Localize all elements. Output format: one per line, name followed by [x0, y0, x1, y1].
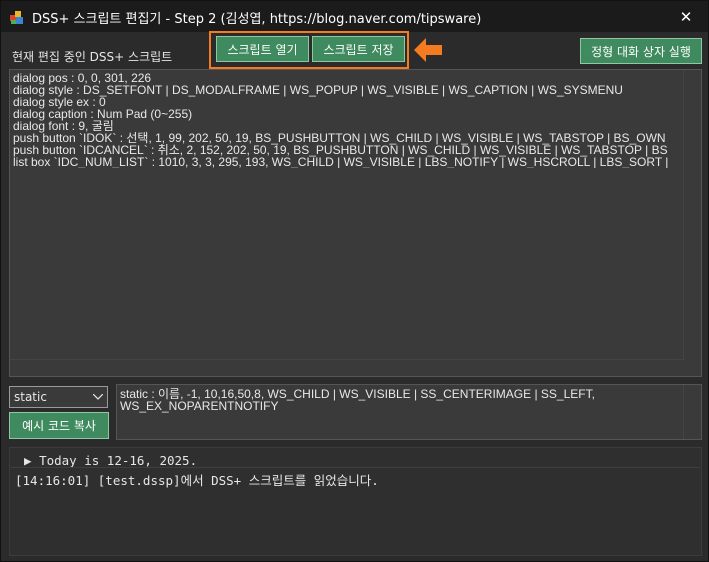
save-script-button[interactable]: 스크립트 저장: [312, 36, 405, 62]
script-text: dialog pos : 0, 0, 301, 226 dialog style …: [13, 72, 684, 168]
editing-script-label: 현재 편집 중인 DSS+ 스크립트: [12, 50, 173, 64]
close-button[interactable]: ✕: [664, 1, 708, 32]
run-dialog-button[interactable]: 정형 대화 상자 실행: [580, 38, 702, 64]
horizontal-scrollbar[interactable]: [10, 359, 684, 376]
window-title: DSS+ 스크립트 편집기 - Step 2 (김성엽, https://blo…: [32, 12, 482, 27]
today-text: Today is 12-16, 2025.: [39, 453, 198, 468]
app-icon: [10, 11, 23, 24]
example-code-text: static : 이름, -1, 10,16,50,8, WS_CHILD | …: [120, 387, 595, 413]
vertical-scrollbar[interactable]: [683, 70, 701, 376]
copy-example-button[interactable]: 예시 코드 복사: [9, 412, 109, 439]
log-message: [14:16:01] [test.dssp]에서 DSS+ 스크립트를 읽었습니…: [15, 473, 379, 488]
log-panel: ▶ Today is 12-16, 2025. [14:16:01] [test…: [9, 447, 702, 556]
close-icon: ✕: [679, 7, 693, 26]
control-type-value: static: [14, 390, 47, 404]
log-divider: [11, 467, 700, 468]
editor-window: DSS+ 스크립트 편집기 - Step 2 (김성엽, https://blo…: [0, 0, 709, 562]
script-editor[interactable]: dialog pos : 0, 0, 301, 226 dialog style …: [9, 69, 702, 377]
script-line: list box `IDC_NUM_LIST` : 1010, 3, 3, 29…: [13, 155, 669, 168]
today-line: ▶ Today is 12-16, 2025.: [24, 453, 197, 468]
play-icon: ▶: [24, 453, 40, 468]
title-bar[interactable]: DSS+ 스크립트 편집기 - Step 2 (김성엽, https://blo…: [1, 1, 708, 32]
chevron-down-icon[interactable]: [89, 387, 107, 407]
control-type-select[interactable]: static: [9, 386, 108, 408]
example-code-box[interactable]: static : 이름, -1, 10,16,50,8, WS_CHILD | …: [116, 384, 702, 440]
pointer-arrow-icon: [414, 38, 442, 62]
example-scrollbar[interactable]: [683, 385, 701, 439]
open-script-button[interactable]: 스크립트 열기: [216, 36, 309, 62]
script-line: dialog style : DS_SETFONT | DS_MODALFRAM…: [13, 83, 623, 97]
